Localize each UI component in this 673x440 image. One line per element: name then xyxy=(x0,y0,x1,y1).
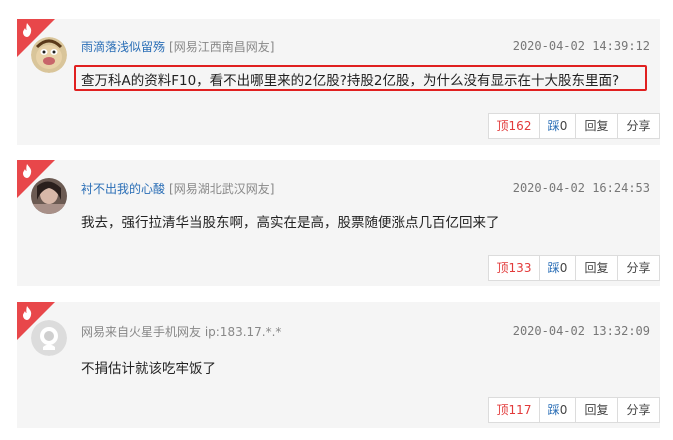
comment-actions: 顶133 踩0 回复 分享 xyxy=(488,255,660,281)
user-location: [网易湖北武汉网友] xyxy=(169,182,275,196)
flame-icon xyxy=(23,164,32,178)
reply-button[interactable]: 回复 xyxy=(575,398,617,422)
comment-card-2: 衬不出我的心酸 [网易湖北武汉网友] 2020-04-02 16:24:53 我去… xyxy=(17,160,660,286)
downvote-button[interactable]: 踩0 xyxy=(539,398,575,422)
share-button[interactable]: 分享 xyxy=(617,398,659,422)
upvote-button[interactable]: 顶162 xyxy=(489,114,539,138)
downvote-count: 0 xyxy=(559,261,568,275)
share-button[interactable]: 分享 xyxy=(617,114,659,138)
comment-card-3: 网易来自火星手机网友 ip:183.17.*.* 2020-04-02 13:3… xyxy=(17,302,660,428)
upvote-button[interactable]: 顶133 xyxy=(489,256,539,280)
default-avatar-icon[interactable] xyxy=(31,320,67,356)
upvote-count: 133 xyxy=(508,261,532,275)
username-link[interactable]: 衬不出我的心酸 xyxy=(81,182,165,196)
comment-user: 网易来自火星手机网友 ip:183.17.*.* xyxy=(81,323,281,340)
share-button[interactable]: 分享 xyxy=(617,256,659,280)
comment-user: 衬不出我的心酸 [网易湖北武汉网友] xyxy=(81,180,274,197)
upvote-count: 117 xyxy=(508,403,532,417)
comment-time: 2020-04-02 13:32:09 xyxy=(512,324,650,338)
flame-icon xyxy=(23,23,32,37)
comment-actions: 顶162 踩0 回复 分享 xyxy=(488,113,660,139)
comment-user: 雨滴落浅似留殇 [网易江西南昌网友] xyxy=(81,38,274,55)
comment-card-1: 雨滴落浅似留殇 [网易江西南昌网友] 2020-04-02 14:39:12 查万… xyxy=(17,19,660,145)
downvote-label: 踩 xyxy=(547,403,560,417)
upvote-label: 顶 xyxy=(496,261,509,275)
upvote-label: 顶 xyxy=(496,403,509,417)
upvote-label: 顶 xyxy=(496,119,509,133)
comment-actions: 顶117 踩0 回复 分享 xyxy=(488,397,660,423)
downvote-button[interactable]: 踩0 xyxy=(539,256,575,280)
downvote-count: 0 xyxy=(559,119,568,133)
username-link[interactable]: 雨滴落浅似留殇 xyxy=(81,40,165,54)
comment-content: 我去，强行拉清华当股东啊，高实在是高，股票随便涨点几百亿回来了 xyxy=(81,215,500,231)
reply-button[interactable]: 回复 xyxy=(575,114,617,138)
user-location: [网易江西南昌网友] xyxy=(169,40,275,54)
avatar[interactable] xyxy=(31,37,67,73)
downvote-count: 0 xyxy=(559,403,568,417)
reply-button[interactable]: 回复 xyxy=(575,256,617,280)
comment-time: 2020-04-02 16:24:53 xyxy=(512,181,650,195)
comment-content: 不捐估计就该吃牢饭了 xyxy=(81,361,216,377)
downvote-button[interactable]: 踩0 xyxy=(539,114,575,138)
flame-icon xyxy=(23,306,32,320)
user-location: 网易来自火星手机网友 ip:183.17.*.* xyxy=(81,325,282,339)
downvote-label: 踩 xyxy=(547,261,560,275)
comment-time: 2020-04-02 14:39:12 xyxy=(512,39,650,53)
upvote-count: 162 xyxy=(508,119,532,133)
avatar[interactable] xyxy=(31,178,67,214)
upvote-button[interactable]: 顶117 xyxy=(489,398,539,422)
comment-content: 查万科A的资料F10，看不出哪里来的2亿股?持股2亿股，为什么没有显示在十大股东… xyxy=(81,73,620,89)
downvote-label: 踩 xyxy=(547,119,560,133)
